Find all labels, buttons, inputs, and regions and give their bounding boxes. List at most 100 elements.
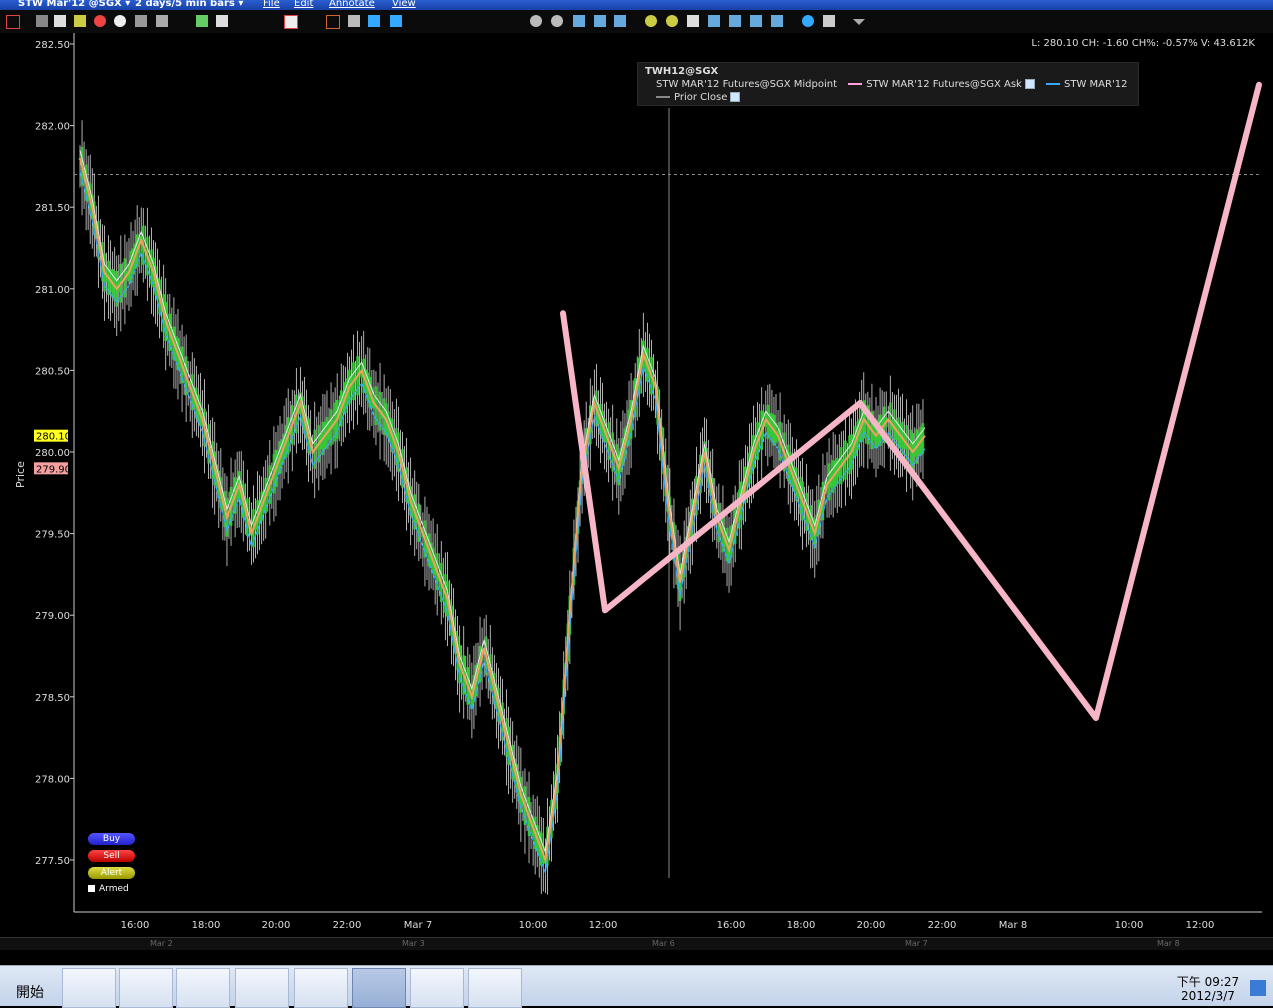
y-tick-label: 282.00 <box>35 122 70 133</box>
windows-taskbar: 開始 下午 09:27 2012/3/7 <box>0 965 1273 1008</box>
x-tick-label: 18:00 <box>787 920 816 931</box>
system-tray-icons[interactable] <box>1060 982 1160 996</box>
trading-app-task-icon[interactable] <box>352 968 406 1008</box>
prior-close-label: 279.90 <box>36 464 71 475</box>
quote-info: L: 280.10 CH: -1.60 CH%: -0.57% V: 43.61… <box>1031 38 1255 49</box>
start-label: 開始 <box>16 985 44 1001</box>
channel-icon[interactable] <box>614 15 626 27</box>
armed-checkbox[interactable]: Armed <box>88 884 129 894</box>
start-button[interactable]: 開始 <box>0 966 52 1006</box>
media-player-task-icon[interactable] <box>176 968 230 1008</box>
checkbox-icon[interactable] <box>88 885 95 892</box>
legend-series3[interactable]: STW MAR'12 <box>1064 79 1127 90</box>
grid-icon[interactable] <box>54 15 66 27</box>
clock-time: 下午 09:27 <box>1176 975 1240 989</box>
skype-task-icon[interactable] <box>235 968 289 1008</box>
show-desktop-icon[interactable] <box>1250 980 1266 996</box>
menu-annotate[interactable]: Annotate <box>329 0 375 9</box>
crosshair-icon[interactable] <box>6 15 20 29</box>
shift-right-icon[interactable] <box>771 15 783 27</box>
zoom-icon[interactable] <box>74 15 86 27</box>
legend-checkbox-prior[interactable] <box>730 92 741 102</box>
y-tick-label: 279.50 <box>35 530 70 541</box>
draw-line-icon[interactable] <box>284 15 298 29</box>
trendline-icon[interactable] <box>573 15 585 27</box>
redo-icon[interactable] <box>551 15 563 27</box>
legend-ask[interactable]: STW MAR'12 Futures@SGX Ask <box>866 79 1022 90</box>
shift-left-icon[interactable] <box>750 15 762 27</box>
legend-title: TWH12@SGX <box>645 66 719 77</box>
tools-icon[interactable] <box>823 15 835 27</box>
x-tick-label: 10:00 <box>1115 920 1144 931</box>
text-tool-icon[interactable] <box>368 15 380 27</box>
x-tick-label: 20:00 <box>857 920 886 931</box>
x-tick-label: 18:00 <box>192 920 221 931</box>
folder-task-icon[interactable] <box>119 968 173 1008</box>
moon-task-icon[interactable] <box>294 968 348 1008</box>
chart-type-icon[interactable] <box>196 15 208 27</box>
menu-edit[interactable]: Edit <box>294 0 313 9</box>
chart-legend: TWH12@SGX STW MAR'12 Futures@SGX Midpoin… <box>637 62 1139 106</box>
scroll-label: Mar 6 <box>652 939 675 948</box>
y-tick-label: 280.50 <box>35 366 70 377</box>
time-scrollbar[interactable]: Mar 2 Mar 3 Mar 6 Mar 7 Mar 8 <box>0 937 1273 950</box>
y-tick-label: 282.50 <box>35 40 70 51</box>
x-tick-label: Mar 8 <box>999 920 1027 931</box>
x-tick-label: 10:00 <box>519 920 548 931</box>
symbol-selector[interactable]: STW Mar'12 @SGX ▾ <box>18 0 130 9</box>
legend-swatch-prior <box>656 96 670 98</box>
circle-icon[interactable] <box>114 15 126 27</box>
settings-icon[interactable] <box>135 15 147 27</box>
legend-swatch-series3 <box>1046 83 1061 85</box>
menu-view[interactable]: View <box>392 0 416 9</box>
scroll-label: Mar 2 <box>150 939 173 948</box>
x-tick-label: Mar 7 <box>404 920 432 931</box>
browser-task-icon[interactable] <box>468 968 522 1008</box>
pointer-tool-icon[interactable] <box>348 15 360 27</box>
fill-icon[interactable] <box>156 15 168 27</box>
price-chart[interactable]: 282.50 282.00 281.50 281.00 280.50 280.00 279.… <box>0 33 1273 937</box>
x-tick-label: 22:00 <box>333 920 362 931</box>
period-selector[interactable]: 2 days/5 min bars ▾ <box>135 0 243 9</box>
layout-icon[interactable] <box>216 15 228 27</box>
scale-vertical-icon[interactable] <box>708 15 720 27</box>
legend-swatch-ask <box>848 83 863 85</box>
legend-midpoint[interactable]: STW MAR'12 Futures@SGX Midpoint <box>656 79 837 90</box>
fibonacci-icon[interactable] <box>594 15 606 27</box>
x-tick-label: 22:00 <box>928 920 957 931</box>
x-tick-label: 12:00 <box>589 920 618 931</box>
scroll-label: Mar 7 <box>905 939 928 948</box>
chevron-down-icon[interactable] <box>853 19 865 25</box>
legend-prior-close[interactable]: Prior Close <box>674 92 727 103</box>
cursor-icon[interactable] <box>36 15 48 27</box>
alert-button[interactable]: Alert <box>88 867 135 879</box>
x-tick-label: 16:00 <box>121 920 150 931</box>
legend-checkbox-ask[interactable] <box>1024 79 1035 89</box>
menu-file[interactable]: File <box>263 0 280 9</box>
y-tick-label: 280.00 <box>35 448 70 459</box>
buy-button[interactable]: Buy <box>88 833 135 845</box>
y-tick-label: 281.00 <box>35 285 70 296</box>
y-axis-label: Price <box>14 461 27 488</box>
title-bar: STW Mar'12 @SGX ▾ 2 days/5 min bars ▾ Fi… <box>0 0 1273 10</box>
x-tick-label: 12:00 <box>1186 920 1215 931</box>
clock-date: 2012/3/7 <box>1181 989 1235 1003</box>
zoom-out-icon[interactable] <box>666 15 678 27</box>
stop-icon[interactable] <box>94 15 106 27</box>
y-tick-label: 281.50 <box>35 203 70 214</box>
refresh-icon[interactable] <box>802 15 814 27</box>
crosshair-tool-icon[interactable] <box>326 15 340 29</box>
system-clock[interactable]: 下午 09:27 2012/3/7 <box>1172 975 1244 1003</box>
scroll-label: Mar 8 <box>1157 939 1180 948</box>
chart-toolbar <box>0 10 1273 34</box>
text-box-icon[interactable] <box>390 15 402 27</box>
undo-icon[interactable] <box>530 15 542 27</box>
y-tick-label: 279.00 <box>35 611 70 622</box>
document-task-icon[interactable] <box>410 968 464 1008</box>
scale-horizontal-icon[interactable] <box>729 15 741 27</box>
ie-task-icon[interactable] <box>62 968 116 1008</box>
sell-button[interactable]: Sell <box>88 850 135 862</box>
fit-icon[interactable] <box>687 15 699 27</box>
y-tick-label: 278.50 <box>35 693 70 704</box>
zoom-in-icon[interactable] <box>645 15 657 27</box>
